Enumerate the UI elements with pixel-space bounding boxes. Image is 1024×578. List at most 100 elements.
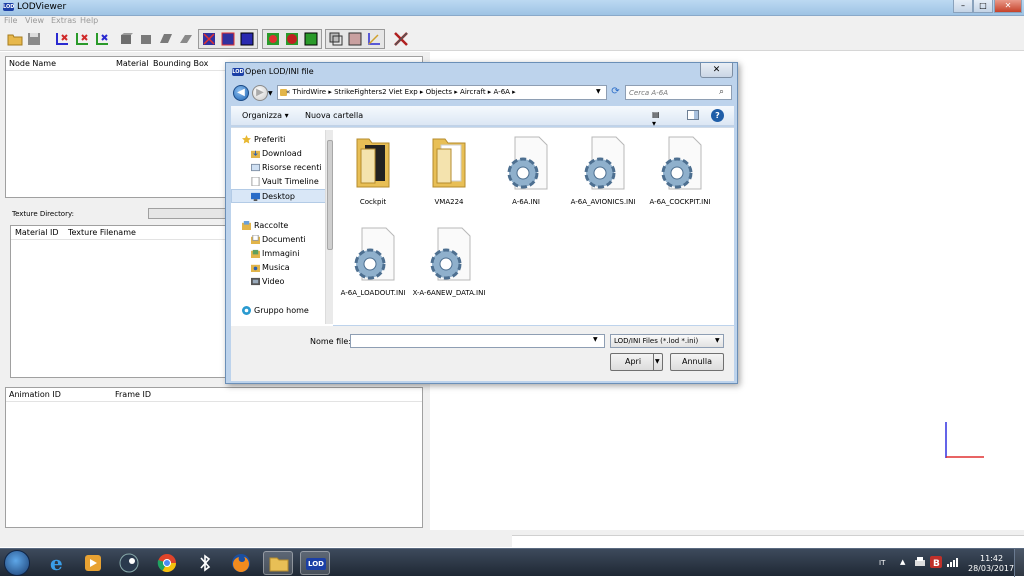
green-cube-icon[interactable] xyxy=(303,31,319,47)
red-sphere-icon[interactable] xyxy=(284,31,300,47)
b-app-icon[interactable]: B xyxy=(930,556,942,568)
file-explorer-taskbar-item[interactable] xyxy=(263,551,293,575)
network-icon[interactable] xyxy=(946,556,958,568)
firefox-icon[interactable] xyxy=(226,551,256,575)
preview-pane-icon[interactable] xyxy=(687,110,699,120)
new-folder-button[interactable]: Nuova cartella xyxy=(305,111,363,120)
internet-explorer-icon[interactable]: e xyxy=(42,551,72,575)
file-item-a6a-avionics-ini[interactable]: A-6A_AVIONICS.INI xyxy=(564,128,642,216)
bbox-outline-icon[interactable] xyxy=(347,31,363,47)
toolbar xyxy=(0,27,1024,51)
view-options-icon[interactable]: ▤ ▾ xyxy=(652,110,666,128)
nav-item-video[interactable]: Video xyxy=(231,275,326,289)
shade-cube-1-icon[interactable] xyxy=(118,31,134,47)
filename-input[interactable] xyxy=(350,334,605,348)
lodviewer-taskbar-item[interactable]: LOD xyxy=(300,551,330,575)
address-bar[interactable]: « ThirdWire ▸ StrikeFighters2 Viet Exp ▸… xyxy=(277,85,607,100)
axis-gizmo-icon xyxy=(945,422,984,458)
organize-button[interactable]: Organizza ▾ xyxy=(242,111,289,120)
file-item-cockpit[interactable]: Cockpit xyxy=(334,128,412,216)
nav-item-vault-timeline[interactable]: Vault Timeline xyxy=(231,175,326,189)
close-button[interactable]: ✕ xyxy=(994,0,1022,13)
file-item-x-a6anew-data-ini[interactable]: X-A-6ANEW_DATA.INI xyxy=(410,219,488,307)
file-item-a6a-cockpit-ini[interactable]: A-6A_COCKPIT.INI xyxy=(641,128,719,216)
lod-dialog-icon: LOD xyxy=(232,68,244,76)
file-item-vma224[interactable]: VMA224 xyxy=(410,128,488,216)
save-icon[interactable] xyxy=(26,31,42,47)
forward-arrow-icon[interactable]: ▶ xyxy=(252,85,268,101)
texture-directory-field[interactable] xyxy=(148,208,228,219)
shade-cube-4-icon[interactable] xyxy=(178,31,194,47)
maximize-button[interactable]: □ xyxy=(973,0,993,13)
menu-view[interactable]: View xyxy=(25,16,44,25)
chevron-down-icon[interactable]: ▼ xyxy=(593,336,598,343)
nav-item-desktop[interactable]: Desktop xyxy=(231,189,326,203)
file-item-a6a-ini[interactable]: A-6A.INI xyxy=(487,128,565,216)
shade-cube-3-icon[interactable] xyxy=(158,31,174,47)
back-arrow-icon[interactable]: ◀ xyxy=(233,85,249,101)
chevron-down-icon[interactable]: ▼ xyxy=(655,358,660,365)
solid-blue-icon[interactable] xyxy=(239,31,255,47)
tools-icon[interactable] xyxy=(393,31,409,47)
dialog-close-button[interactable]: ✕ xyxy=(700,63,733,78)
menu-extras[interactable]: Extras xyxy=(51,16,76,25)
texture-list-panel[interactable]: Material ID Texture Filename xyxy=(10,225,228,378)
steam-icon[interactable] xyxy=(114,551,144,575)
green-sphere-icon[interactable] xyxy=(265,31,281,47)
refresh-icon[interactable]: ⟳ xyxy=(609,86,622,99)
media-player-icon[interactable] xyxy=(78,551,108,575)
animation-header: Animation ID Frame ID xyxy=(6,388,422,402)
nav-item-libraries[interactable]: Raccolte xyxy=(231,219,326,233)
col-node-name[interactable]: Node Name xyxy=(9,59,56,68)
language-indicator[interactable]: IT xyxy=(879,559,885,567)
nav-item-favorites[interactable]: Preferiti xyxy=(231,133,326,147)
animation-panel[interactable]: Animation ID Frame ID xyxy=(5,387,423,528)
menu-help[interactable]: Help xyxy=(80,16,98,25)
wireframe-blue-icon[interactable] xyxy=(220,31,236,47)
file-item-a6a-loadout-ini[interactable]: A-6A_LOADOUT.INI xyxy=(334,219,412,307)
col-texture-filename[interactable]: Texture Filename xyxy=(68,228,136,237)
nav-item-pictures[interactable]: Immagini xyxy=(231,247,326,261)
bbox-icon[interactable] xyxy=(328,31,344,47)
nav-item-recent[interactable]: Risorse recenti xyxy=(231,161,326,175)
nav-scrollbar[interactable] xyxy=(325,130,333,324)
col-frame-id[interactable]: Frame ID xyxy=(115,390,151,399)
axis-rotate-y-icon[interactable] xyxy=(74,31,90,47)
search-box[interactable]: ⌕ xyxy=(625,85,732,100)
shade-cube-2-icon[interactable] xyxy=(138,31,154,47)
cancel-button[interactable]: Annulla xyxy=(670,353,724,371)
nav-item-download[interactable]: Download xyxy=(231,147,326,161)
col-bounding-box[interactable]: Bounding Box xyxy=(153,59,208,68)
axis-rotate-z-icon[interactable] xyxy=(94,31,110,47)
axes-icon[interactable] xyxy=(366,31,382,47)
search-icon[interactable]: ⌕ xyxy=(719,87,724,97)
search-input[interactable] xyxy=(629,87,717,98)
col-material-id[interactable]: Material ID xyxy=(15,228,59,237)
chrome-icon[interactable] xyxy=(152,551,182,575)
start-button-icon[interactable] xyxy=(4,550,30,576)
breadcrumb[interactable]: « ThirdWire ▸ StrikeFighters2 Viet Exp ▸… xyxy=(286,88,516,96)
help-icon[interactable]: ? xyxy=(711,109,724,122)
file-type-select[interactable]: LOD/INI Files (*.lod *.ini) ▼ xyxy=(610,334,724,348)
printer-icon[interactable] xyxy=(914,556,926,568)
nav-scrollbar-thumb[interactable] xyxy=(327,140,333,250)
col-animation-id[interactable]: Animation ID xyxy=(9,390,61,399)
show-desktop-button[interactable] xyxy=(1014,549,1024,577)
open-folder-icon[interactable] xyxy=(7,31,23,47)
axis-rotate-x-icon[interactable] xyxy=(54,31,70,47)
open-button-label: Apri xyxy=(625,357,642,366)
clock-time[interactable]: 11:42 xyxy=(980,554,1003,563)
minimize-button[interactable]: – xyxy=(953,0,973,13)
recent-dropdown-icon[interactable]: ▼ xyxy=(268,90,273,97)
chevron-down-icon[interactable]: ▼ xyxy=(596,88,601,95)
menu-file[interactable]: File xyxy=(4,16,17,25)
wireframe-red-icon[interactable] xyxy=(201,31,217,47)
nav-item-documents[interactable]: Documenti xyxy=(231,233,326,247)
bluetooth-icon[interactable] xyxy=(190,551,220,575)
nav-item-homegroup[interactable]: Gruppo home xyxy=(231,304,326,318)
open-button[interactable]: Apri ▼ xyxy=(610,353,663,371)
show-hidden-icons-icon[interactable]: ▲ xyxy=(900,558,905,566)
nav-item-music[interactable]: Musica xyxy=(231,261,326,275)
col-material[interactable]: Material xyxy=(116,59,149,68)
clock-date[interactable]: 28/03/2017 xyxy=(968,564,1014,573)
